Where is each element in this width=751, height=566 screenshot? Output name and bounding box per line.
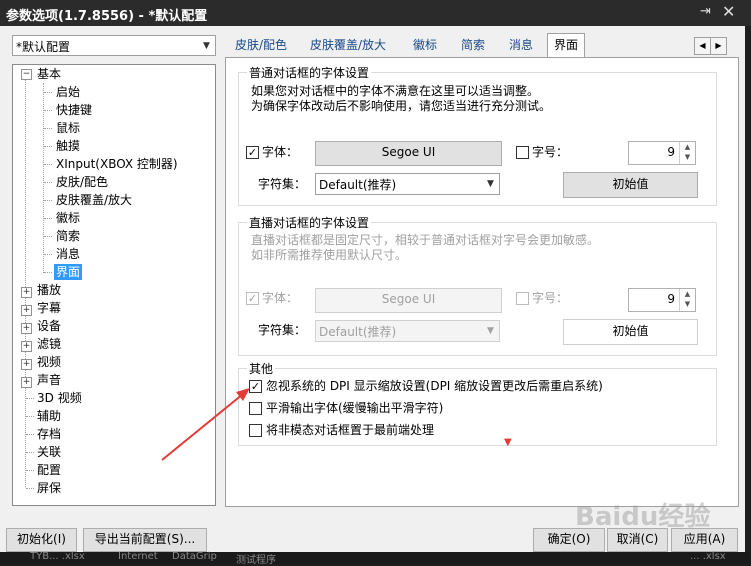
reset-all-button[interactable]: 初始化(I) bbox=[6, 528, 77, 552]
export-config-button[interactable]: 导出当前配置(S)... bbox=[83, 528, 207, 552]
taskbar-item[interactable]: Internet bbox=[118, 551, 158, 562]
taskbar-item[interactable]: ... .xlsx bbox=[690, 551, 726, 562]
taskbar-item[interactable]: DataGrip bbox=[172, 551, 217, 562]
annotation-arrow-icon bbox=[161, 388, 250, 461]
taskbar-strip: TYB... .xlsx Internet DataGrip 测试程序 ... … bbox=[0, 551, 751, 566]
taskbar-item[interactable]: TYB... .xlsx bbox=[30, 551, 85, 562]
watermark: Baidu经验 bbox=[575, 502, 711, 532]
